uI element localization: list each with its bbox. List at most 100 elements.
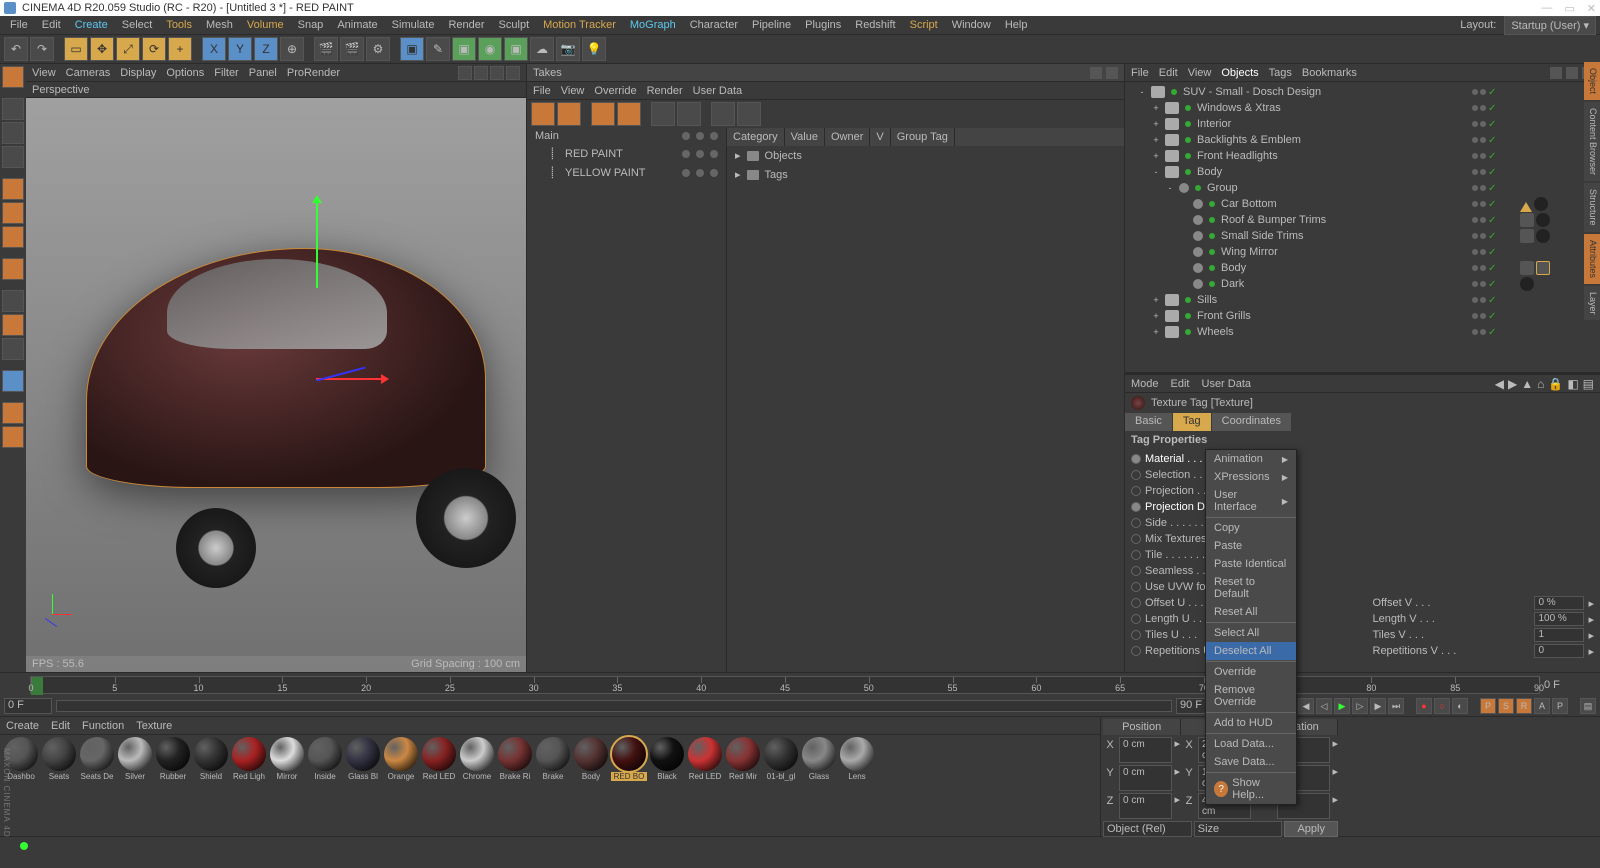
tag-icon[interactable] bbox=[1520, 229, 1534, 243]
attr-mix-textures[interactable]: Mix Textures . . . . . . . . . bbox=[1131, 531, 1594, 547]
obj-body[interactable]: -Body✓ bbox=[1125, 164, 1600, 180]
material-body[interactable]: Body bbox=[572, 737, 610, 785]
attr-menu-mode[interactable]: Mode bbox=[1131, 378, 1159, 390]
coord-size-dropdown[interactable]: Size bbox=[1194, 821, 1283, 837]
material-red-led[interactable]: Red LED bbox=[420, 737, 458, 785]
attr-repetitions-v[interactable]: Repetitions V . . .0▸ bbox=[1373, 643, 1595, 659]
tl-autokey-button[interactable]: ○ bbox=[1434, 698, 1450, 714]
texture-mode[interactable] bbox=[2, 122, 24, 144]
light[interactable]: 💡 bbox=[582, 37, 606, 61]
generator[interactable]: ◉ bbox=[478, 37, 502, 61]
layout-dropdown[interactable]: Startup (User) ▾ bbox=[1504, 16, 1596, 35]
ctx-override[interactable]: Override bbox=[1206, 663, 1296, 681]
attr-tile[interactable]: Tile . . . . . . . . . bbox=[1131, 547, 1594, 563]
take-new-child-icon[interactable] bbox=[617, 102, 641, 126]
attr-up-icon[interactable]: ▲ bbox=[1521, 377, 1533, 391]
side-tab-attributes[interactable]: Attributes bbox=[1584, 234, 1600, 284]
material-black[interactable]: Black bbox=[648, 737, 686, 785]
attr-material[interactable]: Material . . . . . . . . . bbox=[1131, 451, 1594, 467]
take-main[interactable]: Main bbox=[527, 128, 726, 144]
attr-menu-edit[interactable]: Edit bbox=[1171, 378, 1190, 390]
menu-motion-tracker[interactable]: Motion Tracker bbox=[537, 17, 622, 33]
menu-character[interactable]: Character bbox=[684, 17, 744, 33]
menu-edit[interactable]: Edit bbox=[36, 17, 67, 33]
tag-icon[interactable] bbox=[1534, 197, 1548, 211]
maximize-button[interactable]: ▭ bbox=[1564, 2, 1574, 15]
materials-grid[interactable]: DashboSeatsSeats DeSilverRubberShieldRed… bbox=[0, 735, 1100, 836]
vp-menu-display[interactable]: Display bbox=[120, 67, 156, 79]
obj-search-icon[interactable] bbox=[1550, 67, 1562, 79]
take-red-paint[interactable]: ⸽RED PAINT bbox=[527, 144, 726, 163]
material-brake-ri[interactable]: Brake Ri bbox=[496, 737, 534, 785]
locked-workplane[interactable] bbox=[2, 402, 24, 424]
attr-tab-tag[interactable]: Tag bbox=[1173, 413, 1212, 431]
obj-group[interactable]: -Group✓ bbox=[1125, 180, 1600, 196]
camera[interactable]: 📷 bbox=[556, 37, 580, 61]
menu-mograph[interactable]: MoGraph bbox=[624, 17, 682, 33]
vp-zoom-icon[interactable] bbox=[474, 66, 488, 80]
move-tool[interactable]: ✥ bbox=[90, 37, 114, 61]
material-red-led[interactable]: Red LED bbox=[686, 737, 724, 785]
attr-home-icon[interactable]: ⌂ bbox=[1537, 377, 1544, 391]
menu-window[interactable]: Window bbox=[946, 17, 997, 33]
menu-plugins[interactable]: Plugins bbox=[799, 17, 847, 33]
side-tab-structure[interactable]: Structure bbox=[1584, 183, 1600, 232]
takes-menu-render[interactable]: Render bbox=[647, 85, 683, 97]
obj-front-headlights[interactable]: +Front Headlights✓ bbox=[1125, 148, 1600, 164]
takes-menu-user-data[interactable]: User Data bbox=[693, 85, 743, 97]
obj-menu-tags[interactable]: Tags bbox=[1269, 67, 1292, 79]
attr-back-icon[interactable]: ◀ bbox=[1495, 377, 1504, 391]
y-axis-toggle[interactable]: Y bbox=[228, 37, 252, 61]
redo-button[interactable]: ↷ bbox=[30, 37, 54, 61]
take-lock-icon[interactable] bbox=[557, 102, 581, 126]
tl-last-button[interactable]: ⏭ bbox=[1388, 698, 1404, 714]
material-red-ligh[interactable]: Red Ligh bbox=[230, 737, 268, 785]
menu-create[interactable]: Create bbox=[69, 17, 114, 33]
take-render2-icon[interactable] bbox=[677, 102, 701, 126]
menu-simulate[interactable]: Simulate bbox=[386, 17, 441, 33]
takes-cat-objects[interactable]: ▸Objects bbox=[727, 146, 1124, 165]
vp-menu-options[interactable]: Options bbox=[166, 67, 204, 79]
close-button[interactable]: ✕ bbox=[1587, 2, 1596, 15]
ctx-animation[interactable]: Animation▶ bbox=[1206, 450, 1296, 468]
menu-snap[interactable]: Snap bbox=[292, 17, 330, 33]
material-mirror[interactable]: Mirror bbox=[268, 737, 306, 785]
obj-roof-bumper-trims[interactable]: Roof & Bumper Trims✓ bbox=[1125, 212, 1600, 228]
point-mode[interactable] bbox=[2, 178, 24, 200]
workplane-mode[interactable] bbox=[2, 146, 24, 168]
tag-icon[interactable] bbox=[1536, 213, 1550, 227]
tl-start-field[interactable]: 0 F bbox=[4, 698, 52, 714]
pen-tool[interactable]: ✎ bbox=[426, 37, 450, 61]
scale-tool[interactable]: ⤢ bbox=[116, 37, 140, 61]
attr-tiles-v[interactable]: Tiles V . . .1▸ bbox=[1373, 627, 1595, 643]
side-tab-content-browser[interactable]: Content Browser bbox=[1584, 102, 1600, 181]
viewport-solo[interactable] bbox=[2, 290, 24, 312]
obj-front-grills[interactable]: +Front Grills✓ bbox=[1125, 308, 1600, 324]
menu-volume[interactable]: Volume bbox=[241, 17, 290, 33]
attr-new-icon[interactable]: ◧ bbox=[1567, 377, 1578, 391]
takes-menu-file[interactable]: File bbox=[533, 85, 551, 97]
tl-play-button[interactable]: ▶ bbox=[1334, 698, 1350, 714]
tl-prev-button[interactable]: ◁ bbox=[1316, 698, 1332, 714]
tl-next-button[interactable]: ▷ bbox=[1352, 698, 1368, 714]
material-silver[interactable]: Silver bbox=[116, 737, 154, 785]
obj-small-side-trims[interactable]: Small Side Trims✓ bbox=[1125, 228, 1600, 244]
obj-interior[interactable]: +Interior✓ bbox=[1125, 116, 1600, 132]
rotate-tool[interactable]: ⟳ bbox=[142, 37, 166, 61]
edge-mode[interactable] bbox=[2, 202, 24, 224]
attr-selection[interactable]: Selection . . . . . . . . . bbox=[1131, 467, 1594, 483]
obj-menu-bookmarks[interactable]: Bookmarks bbox=[1302, 67, 1357, 79]
material-lens[interactable]: Lens bbox=[838, 737, 876, 785]
obj-menu-edit[interactable]: Edit bbox=[1159, 67, 1178, 79]
attr-side[interactable]: Side . . . . . . . . . bbox=[1131, 515, 1594, 531]
take-new-icon[interactable] bbox=[591, 102, 615, 126]
side-tab-object[interactable]: Object bbox=[1584, 62, 1600, 100]
material-chrome[interactable]: Chrome bbox=[458, 737, 496, 785]
tl-pos-toggle[interactable]: P bbox=[1480, 698, 1496, 714]
menu-redshift[interactable]: Redshift bbox=[849, 17, 901, 33]
tl-pla-toggle[interactable]: P bbox=[1552, 698, 1568, 714]
menu-help[interactable]: Help bbox=[999, 17, 1034, 33]
take-marked2-icon[interactable] bbox=[737, 102, 761, 126]
coord-Y-pos[interactable]: 0 cm bbox=[1119, 765, 1172, 791]
takes-tree[interactable]: Main⸽RED PAINT⸽YELLOW PAINT bbox=[527, 128, 727, 672]
